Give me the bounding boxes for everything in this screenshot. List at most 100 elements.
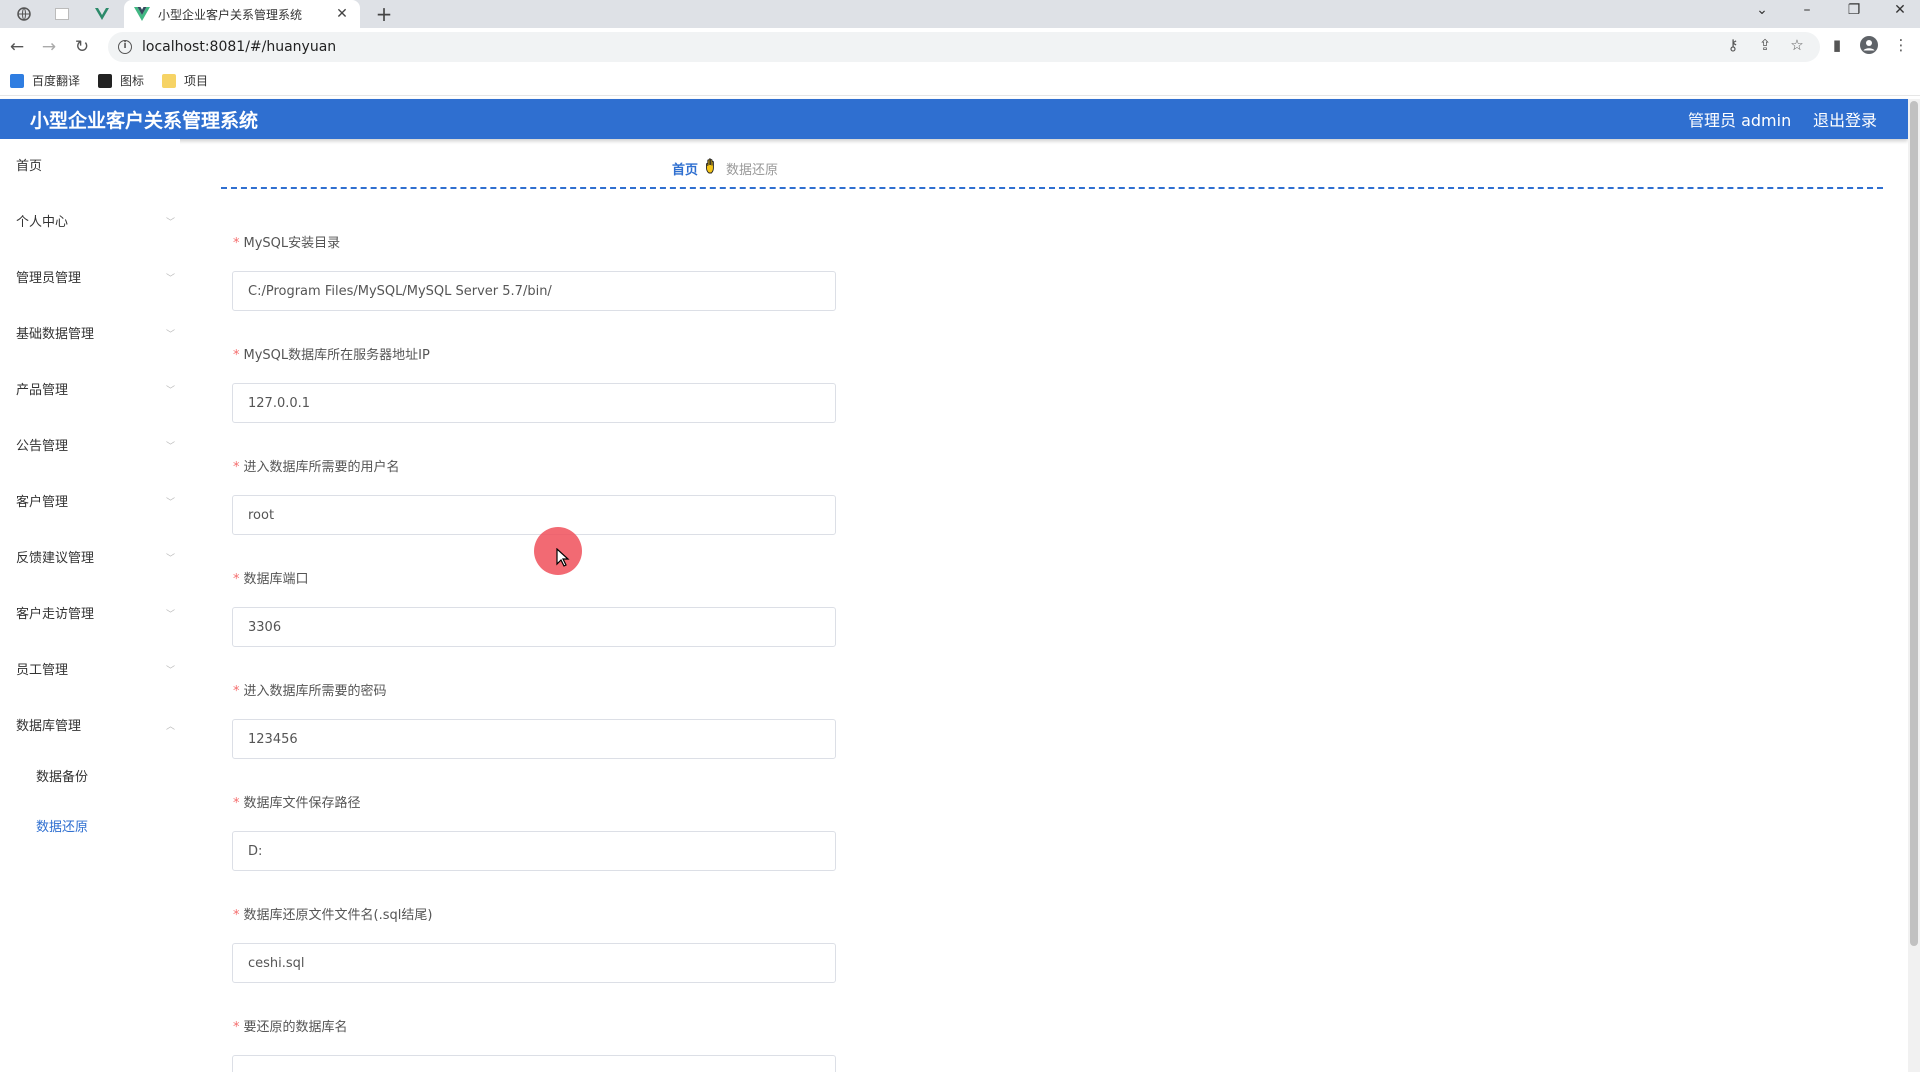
sidebar-item-personal-center[interactable]: 个人中心 ﹀ bbox=[16, 213, 176, 233]
restore-dbname-input[interactable] bbox=[232, 1055, 836, 1072]
required-mark: * bbox=[233, 1020, 240, 1035]
sidebar-item-label: 个人中心 bbox=[16, 215, 69, 230]
chevron-down-icon: ﹀ bbox=[166, 610, 176, 620]
share-icon[interactable]: ⇪ bbox=[1754, 36, 1776, 54]
sidebar-item-label: 基础数据管理 bbox=[16, 327, 95, 342]
logout-button[interactable]: 退出登录 bbox=[1813, 107, 1877, 131]
vue-logo-icon bbox=[134, 7, 150, 21]
tab-search-icon[interactable]: ⌄ bbox=[1750, 2, 1774, 18]
sidebar-item-feedback[interactable]: 反馈建议管理 ﹀ bbox=[16, 549, 176, 569]
restore-filename-input[interactable] bbox=[232, 943, 836, 983]
required-mark: * bbox=[233, 684, 240, 699]
globe-icon[interactable] bbox=[12, 4, 36, 24]
restore-dbname-label: * 要还原的数据库名 bbox=[233, 1016, 348, 1035]
mysql-dir-label: * MySQL安装目录 bbox=[233, 232, 340, 251]
app-title: 小型企业客户关系管理系统 bbox=[30, 109, 259, 132]
blank-tab-icon[interactable] bbox=[50, 4, 74, 24]
required-mark: * bbox=[233, 796, 240, 811]
chevron-down-icon: ﹀ bbox=[166, 442, 176, 452]
sidebar-item-label: 公告管理 bbox=[16, 439, 69, 454]
app-header: 小型企业客户关系管理系统 管理员 admin 退出登录 bbox=[0, 99, 1908, 139]
window-close-icon[interactable]: ✕ bbox=[1888, 2, 1912, 18]
password-label: * 进入数据库所需要的密码 bbox=[233, 680, 387, 699]
current-user: 管理员 admin bbox=[1688, 111, 1792, 130]
restore-filename-label: * 数据库还原文件文件名(.sql结尾) bbox=[233, 904, 432, 923]
breadcrumb: 首页 数据还原 bbox=[672, 158, 778, 178]
field-label-text: MySQL数据库所在服务器地址IP bbox=[243, 348, 430, 363]
field-label-text: 数据库文件保存路径 bbox=[243, 796, 361, 811]
save-path-label: * 数据库文件保存路径 bbox=[233, 792, 361, 811]
address-row: ← → ↻ i localhost:8081/#/huanyuan ⚷ ⇪ ☆ … bbox=[0, 28, 1920, 66]
close-icon[interactable]: ✕ bbox=[334, 6, 350, 22]
bookmark-label: 图标 bbox=[120, 74, 145, 88]
sidebar-item-basic-data[interactable]: 基础数据管理 ﹀ bbox=[16, 325, 176, 345]
field-label-text: MySQL安装目录 bbox=[243, 236, 341, 251]
sidebar-item-label: 客户管理 bbox=[16, 495, 69, 510]
chevron-down-icon: ﹀ bbox=[166, 218, 176, 228]
reload-icon[interactable]: ↻ bbox=[71, 36, 93, 58]
required-mark: * bbox=[233, 348, 240, 363]
field-label-text: 进入数据库所需要的密码 bbox=[243, 684, 387, 699]
active-tab[interactable]: 小型企业客户关系管理系统 ✕ bbox=[124, 0, 360, 28]
bookmark-icons[interactable]: 图标 bbox=[98, 72, 144, 89]
bookmark-label: 项目 bbox=[184, 74, 209, 88]
bookmark-baidu-translate[interactable]: 百度翻译 bbox=[10, 72, 80, 89]
required-mark: * bbox=[233, 908, 240, 923]
vue-tab-icon[interactable] bbox=[90, 4, 114, 24]
chevron-down-icon: ﹀ bbox=[166, 666, 176, 676]
scrollbar-thumb[interactable] bbox=[1910, 101, 1918, 946]
restore-icon[interactable]: ❐ bbox=[1842, 2, 1866, 18]
sidebar-item-admin-management[interactable]: 管理员管理 ﹀ bbox=[16, 269, 176, 289]
sidebar-item-customers[interactable]: 客户管理 ﹀ bbox=[16, 493, 176, 513]
sidebar-subitem-restore[interactable]: 数据还原 bbox=[36, 818, 88, 838]
breadcrumb-current: 数据还原 bbox=[726, 162, 779, 178]
sidebar-item-label: 员工管理 bbox=[16, 663, 69, 678]
sidebar-item-products[interactable]: 产品管理 ﹀ bbox=[16, 381, 176, 401]
hand-icon bbox=[706, 158, 718, 178]
address-bar[interactable]: i localhost:8081/#/huanyuan bbox=[108, 32, 1820, 62]
sidebar-item-database[interactable]: 数据库管理 ︿ bbox=[16, 717, 176, 737]
bookmark-projects[interactable]: 项目 bbox=[162, 72, 208, 89]
forward-icon[interactable]: → bbox=[38, 36, 60, 58]
sidebar-item-customer-visits[interactable]: 客户走访管理 ﹀ bbox=[16, 605, 176, 625]
required-mark: * bbox=[233, 572, 240, 587]
sidebar-item-label: 客户走访管理 bbox=[16, 607, 95, 622]
site-info-icon[interactable]: i bbox=[118, 40, 132, 54]
sidebar-item-announcements[interactable]: 公告管理 ﹀ bbox=[16, 437, 176, 457]
username-input[interactable] bbox=[232, 495, 836, 535]
browser-tab-strip: 小型企业客户关系管理系统 ✕ + ⌄ – ❐ ✕ bbox=[0, 0, 1920, 28]
mouse-cursor-icon bbox=[556, 548, 570, 567]
translate-icon bbox=[10, 73, 24, 88]
url-text: localhost:8081/#/huanyuan bbox=[142, 39, 337, 55]
folder-icon bbox=[162, 73, 177, 88]
chevron-down-icon: ﹀ bbox=[166, 554, 176, 564]
breadcrumb-home[interactable]: 首页 bbox=[672, 159, 698, 178]
menu-kebab-icon[interactable]: ⋮ bbox=[1890, 36, 1912, 54]
save-path-input[interactable] bbox=[232, 831, 836, 871]
field-label-text: 要还原的数据库名 bbox=[243, 1020, 348, 1035]
key-icon[interactable]: ⚷ bbox=[1722, 36, 1744, 54]
sidebar-item-home[interactable]: 首页 bbox=[16, 157, 176, 177]
sidebar-subitem-backup[interactable]: 数据备份 bbox=[36, 768, 88, 788]
server-ip-label: * MySQL数据库所在服务器地址IP bbox=[233, 344, 430, 363]
sidebar-item-employees[interactable]: 员工管理 ﹀ bbox=[16, 661, 176, 681]
minimize-icon[interactable]: – bbox=[1795, 2, 1819, 18]
profile-icon[interactable] bbox=[1858, 36, 1880, 58]
sidebar: 首页 个人中心 ﹀ 管理员管理 ﹀ 基础数据管理 ﹀ 产品管理 ﹀ 公告管理 ﹀ 客户管理… bbox=[0, 139, 180, 1072]
server-ip-input[interactable] bbox=[232, 383, 836, 423]
image-icon bbox=[98, 73, 113, 88]
password-input[interactable] bbox=[232, 719, 836, 759]
mysql-dir-input[interactable] bbox=[232, 271, 836, 311]
back-icon[interactable]: ← bbox=[6, 36, 28, 58]
sidebar-item-label: 首页 bbox=[16, 159, 43, 174]
new-tab-icon[interactable]: + bbox=[372, 2, 396, 26]
sidebar-item-label: 产品管理 bbox=[16, 383, 69, 398]
port-input[interactable] bbox=[232, 607, 836, 647]
chevron-down-icon: ﹀ bbox=[166, 386, 176, 396]
chevron-down-icon: ﹀ bbox=[166, 498, 176, 508]
star-icon[interactable]: ☆ bbox=[1786, 36, 1808, 54]
field-label-text: 数据库还原文件文件名(.sql结尾) bbox=[243, 908, 433, 923]
side-panel-icon[interactable]: ▮ bbox=[1826, 36, 1848, 54]
bookmarks-bar: 百度翻译 图标 项目 bbox=[0, 66, 1920, 96]
bookmark-label: 百度翻译 bbox=[32, 74, 81, 88]
